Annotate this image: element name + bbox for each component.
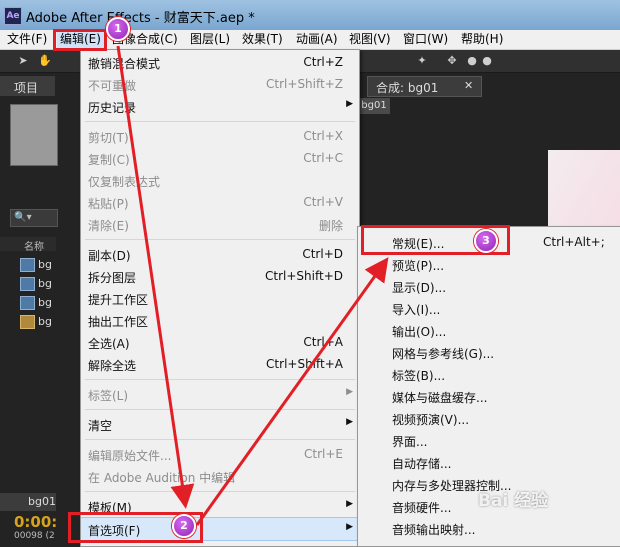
watermark-logo: Bai 经验 xyxy=(478,491,549,511)
annotation-arrow-2 xyxy=(195,257,389,526)
annotation-arrow-1 xyxy=(116,45,195,509)
step-badge-3: 3 xyxy=(474,229,498,253)
step-badge-2: 2 xyxy=(172,514,196,538)
step-badge-1: 1 xyxy=(106,17,130,41)
annotation-arrows xyxy=(116,45,389,526)
